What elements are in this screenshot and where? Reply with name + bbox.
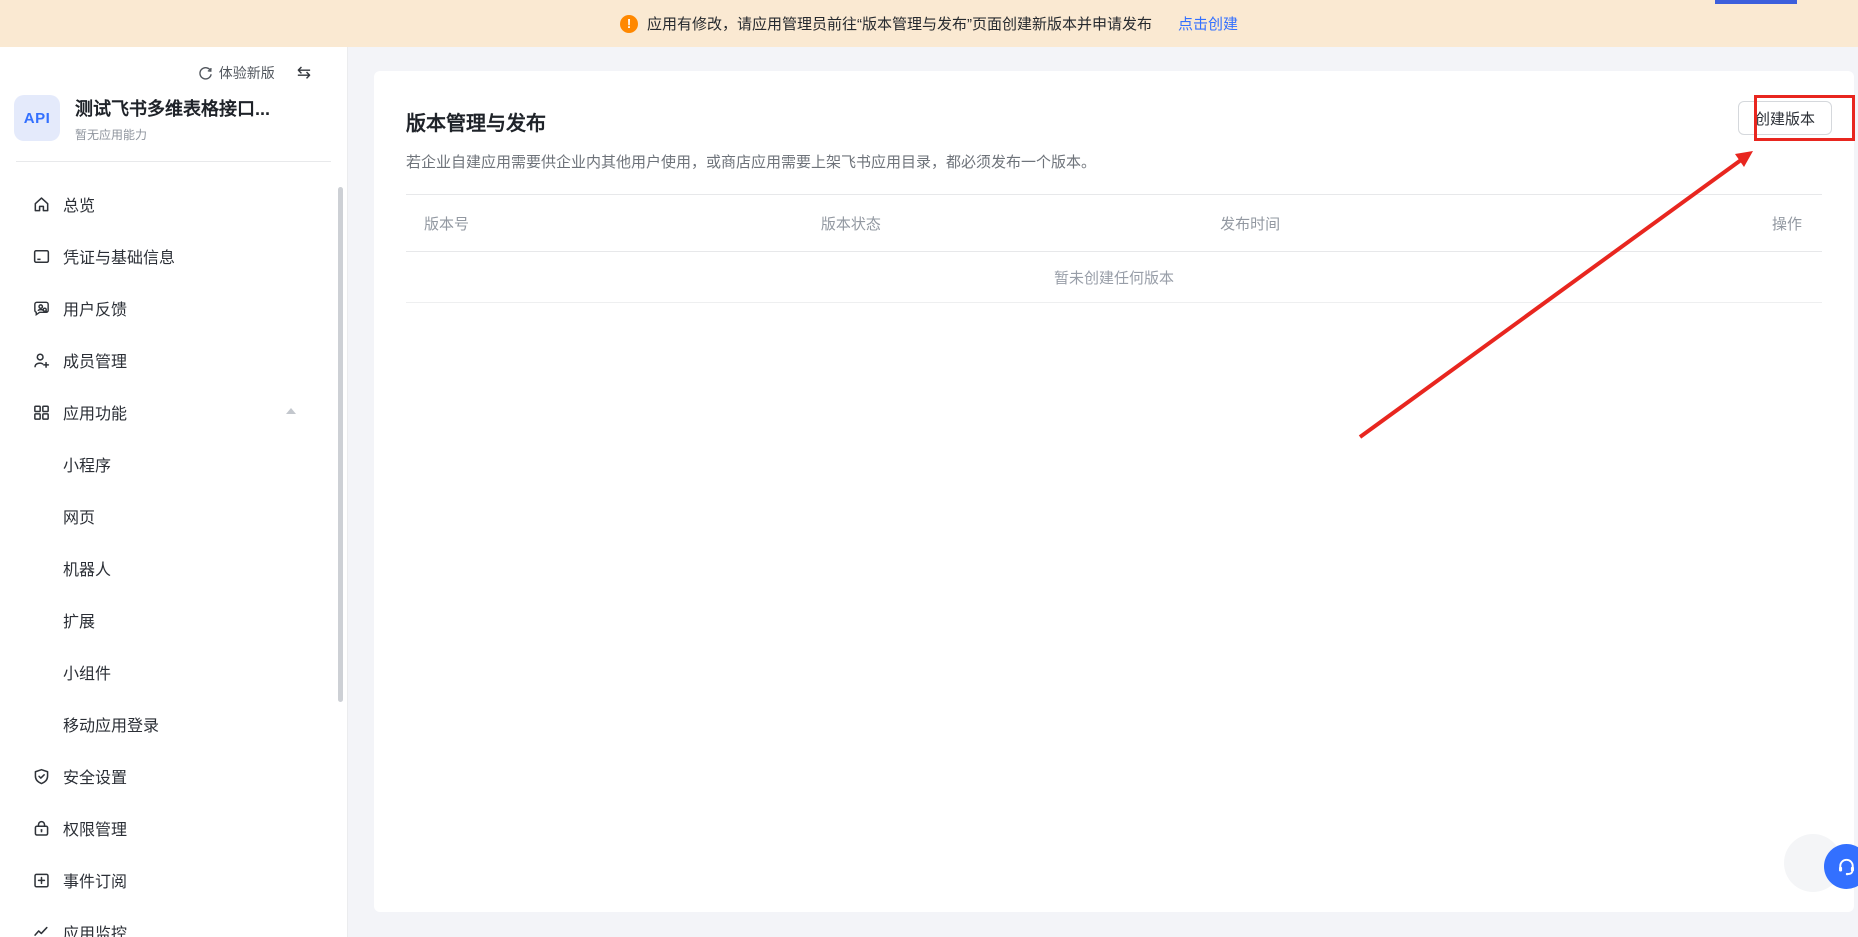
event-plus-icon xyxy=(32,871,51,890)
sidebar-item-app-monitoring[interactable]: 应用监控 xyxy=(0,906,347,937)
warning-icon: ! xyxy=(619,14,638,33)
sidebar-item-label: 移动应用登录 xyxy=(63,718,160,735)
collapse-sidebar-icon[interactable]: ⇆ xyxy=(297,63,311,83)
sidebar-item-widget[interactable]: 小组件 xyxy=(0,646,347,698)
sidebar-item-security-settings[interactable]: 安全设置 xyxy=(0,750,347,802)
table-empty-state: 暂未创建任何版本 xyxy=(406,252,1822,303)
browser-loading-strip xyxy=(1715,0,1797,4)
sidebar-scrollbar[interactable] xyxy=(338,187,343,702)
app-avatar: API xyxy=(14,95,60,141)
sidebar-item-mini-program[interactable]: 小程序 xyxy=(0,438,347,490)
credential-icon xyxy=(32,247,51,266)
column-header-publish-time: 发布时间 xyxy=(1220,215,1281,233)
sidebar-item-mobile-login[interactable]: 移动应用登录 xyxy=(0,698,347,750)
column-header-version-number: 版本号 xyxy=(424,215,470,233)
member-add-icon xyxy=(32,351,51,370)
sidebar-item-event-subscription[interactable]: 事件订阅 xyxy=(0,854,347,906)
banner-text: 应用有修改，请应用管理员前往“版本管理与发布”页面创建新版本并申请发布 xyxy=(646,16,1152,33)
refresh-icon xyxy=(198,66,213,81)
sidebar-item-label: 应用功能 xyxy=(63,406,128,423)
lock-icon xyxy=(32,819,51,838)
sidebar-item-label: 小程序 xyxy=(63,458,112,475)
sidebar-item-permission-management[interactable]: 权限管理 xyxy=(0,802,347,854)
sidebar-item-label: 凭证与基础信息 xyxy=(63,250,176,267)
version-table-header: 版本号 版本状态 发布时间 操作 xyxy=(406,195,1822,252)
sidebar-item-label: 安全设置 xyxy=(63,770,128,787)
sidebar-item-bot[interactable]: 机器人 xyxy=(0,542,347,594)
app-name: 测试飞书多维表格接口... xyxy=(75,99,271,119)
sidebar-item-label: 网页 xyxy=(63,510,96,527)
sidebar-item-label: 权限管理 xyxy=(63,822,128,839)
sidebar-item-label: 机器人 xyxy=(63,562,112,579)
shield-check-icon xyxy=(32,767,51,786)
grid-icon xyxy=(32,403,51,422)
app-modified-banner: ! 应用有修改，请应用管理员前往“版本管理与发布”页面创建新版本并申请发布 点击… xyxy=(0,0,1858,47)
sidebar-item-user-feedback[interactable]: 用户反馈 xyxy=(0,282,347,334)
sidebar-item-label: 总览 xyxy=(63,198,96,215)
column-header-actions: 操作 xyxy=(1771,215,1802,233)
page-title: 版本管理与发布 xyxy=(406,113,546,135)
home-icon xyxy=(32,195,51,214)
chevron-up-icon[interactable] xyxy=(286,408,296,414)
sidebar: 体验新版 ⇆ API 测试飞书多维表格接口... 暂无应用能力 总览 凭证与基础… xyxy=(0,47,348,937)
app-header: API 测试飞书多维表格接口... 暂无应用能力 xyxy=(14,95,331,143)
version-management-card: 版本管理与发布 若企业自建应用需要供企业内其他用户使用，或商店应用需要上架飞书应… xyxy=(374,71,1854,912)
sidebar-item-label: 扩展 xyxy=(63,614,96,631)
sidebar-item-web-app[interactable]: 网页 xyxy=(0,490,347,542)
app-subtitle: 暂无应用能力 xyxy=(75,128,148,142)
sidebar-item-member-management[interactable]: 成员管理 xyxy=(0,334,347,386)
sidebar-item-label: 应用监控 xyxy=(63,926,128,937)
sidebar-item-credentials[interactable]: 凭证与基础信息 xyxy=(0,230,347,282)
create-version-button[interactable]: 创建版本 xyxy=(1737,101,1832,135)
sidebar-item-overview[interactable]: 总览 xyxy=(0,178,347,230)
main-content-area: 版本管理与发布 若企业自建应用需要供企业内其他用户使用，或商店应用需要上架飞书应… xyxy=(348,47,1858,937)
sidebar-item-app-features[interactable]: 应用功能 xyxy=(0,386,347,438)
headset-icon xyxy=(1835,855,1858,878)
app-layout: 体验新版 ⇆ API 测试飞书多维表格接口... 暂无应用能力 总览 凭证与基础… xyxy=(0,47,1858,937)
sidebar-item-label: 用户反馈 xyxy=(63,302,128,319)
sidebar-item-label: 成员管理 xyxy=(63,354,128,371)
page-description: 若企业自建应用需要供企业内其他用户使用，或商店应用需要上架飞书应用目录，都必须发… xyxy=(406,154,1097,171)
sidebar-menu: 总览 凭证与基础信息 用户反馈 成员管理 应用功能 小程序 网页 机器人 扩展 … xyxy=(0,162,347,937)
sidebar-item-label: 小组件 xyxy=(63,666,112,683)
column-header-version-status: 版本状态 xyxy=(820,215,881,233)
try-new-version-link[interactable]: 体验新版 xyxy=(219,63,275,83)
sidebar-item-label: 事件订阅 xyxy=(63,874,128,891)
version-table: 版本号 版本状态 发布时间 操作 暂未创建任何版本 xyxy=(406,194,1822,303)
banner-create-link[interactable]: 点击创建 xyxy=(1178,13,1238,34)
feedback-icon xyxy=(32,299,51,318)
sidebar-item-extension[interactable]: 扩展 xyxy=(0,594,347,646)
monitor-chart-icon xyxy=(32,923,51,937)
